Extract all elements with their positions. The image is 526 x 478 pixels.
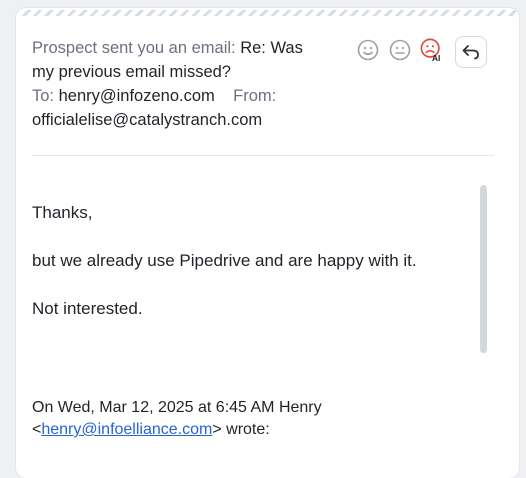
- to-label: To:: [32, 87, 55, 105]
- quote-email-link[interactable]: henry@infoelliance.com: [41, 421, 212, 438]
- header-divider: [32, 155, 494, 156]
- from-label: From:: [233, 87, 277, 105]
- reply-button[interactable]: [455, 36, 487, 68]
- sentiment-icons: AI: [356, 38, 444, 63]
- body-scrollbar[interactable]: [480, 185, 487, 353]
- sad-face-ai-icon[interactable]: AI: [420, 38, 444, 63]
- ai-badge: AI: [432, 53, 440, 63]
- quote-lt: <: [32, 421, 42, 438]
- quote-intro: On Wed, Mar 12, 2025 at 6:45 AM Henry: [32, 399, 322, 416]
- quoted-header: On Wed, Mar 12, 2025 at 6:45 AM Henry <h…: [32, 397, 322, 441]
- body-line-2: but we already use Pipedrive and are hap…: [32, 251, 417, 270]
- happy-face-icon[interactable]: [356, 38, 380, 62]
- from-value: officialelise@catalystranch.com: [32, 111, 263, 129]
- to-value: henry@infozeno.com: [58, 87, 215, 105]
- email-header: Prospect sent you an email: Re: Was my p…: [32, 36, 322, 132]
- prefix-label: Prospect sent you an email:: [32, 39, 236, 57]
- body-line-1: Thanks,: [32, 203, 93, 222]
- reply-icon: [462, 45, 479, 60]
- card-top-border: [16, 10, 519, 16]
- body-line-3: Not interested.: [32, 299, 143, 318]
- neutral-face-icon[interactable]: [388, 38, 412, 62]
- quote-suffix: > wrote:: [212, 421, 270, 438]
